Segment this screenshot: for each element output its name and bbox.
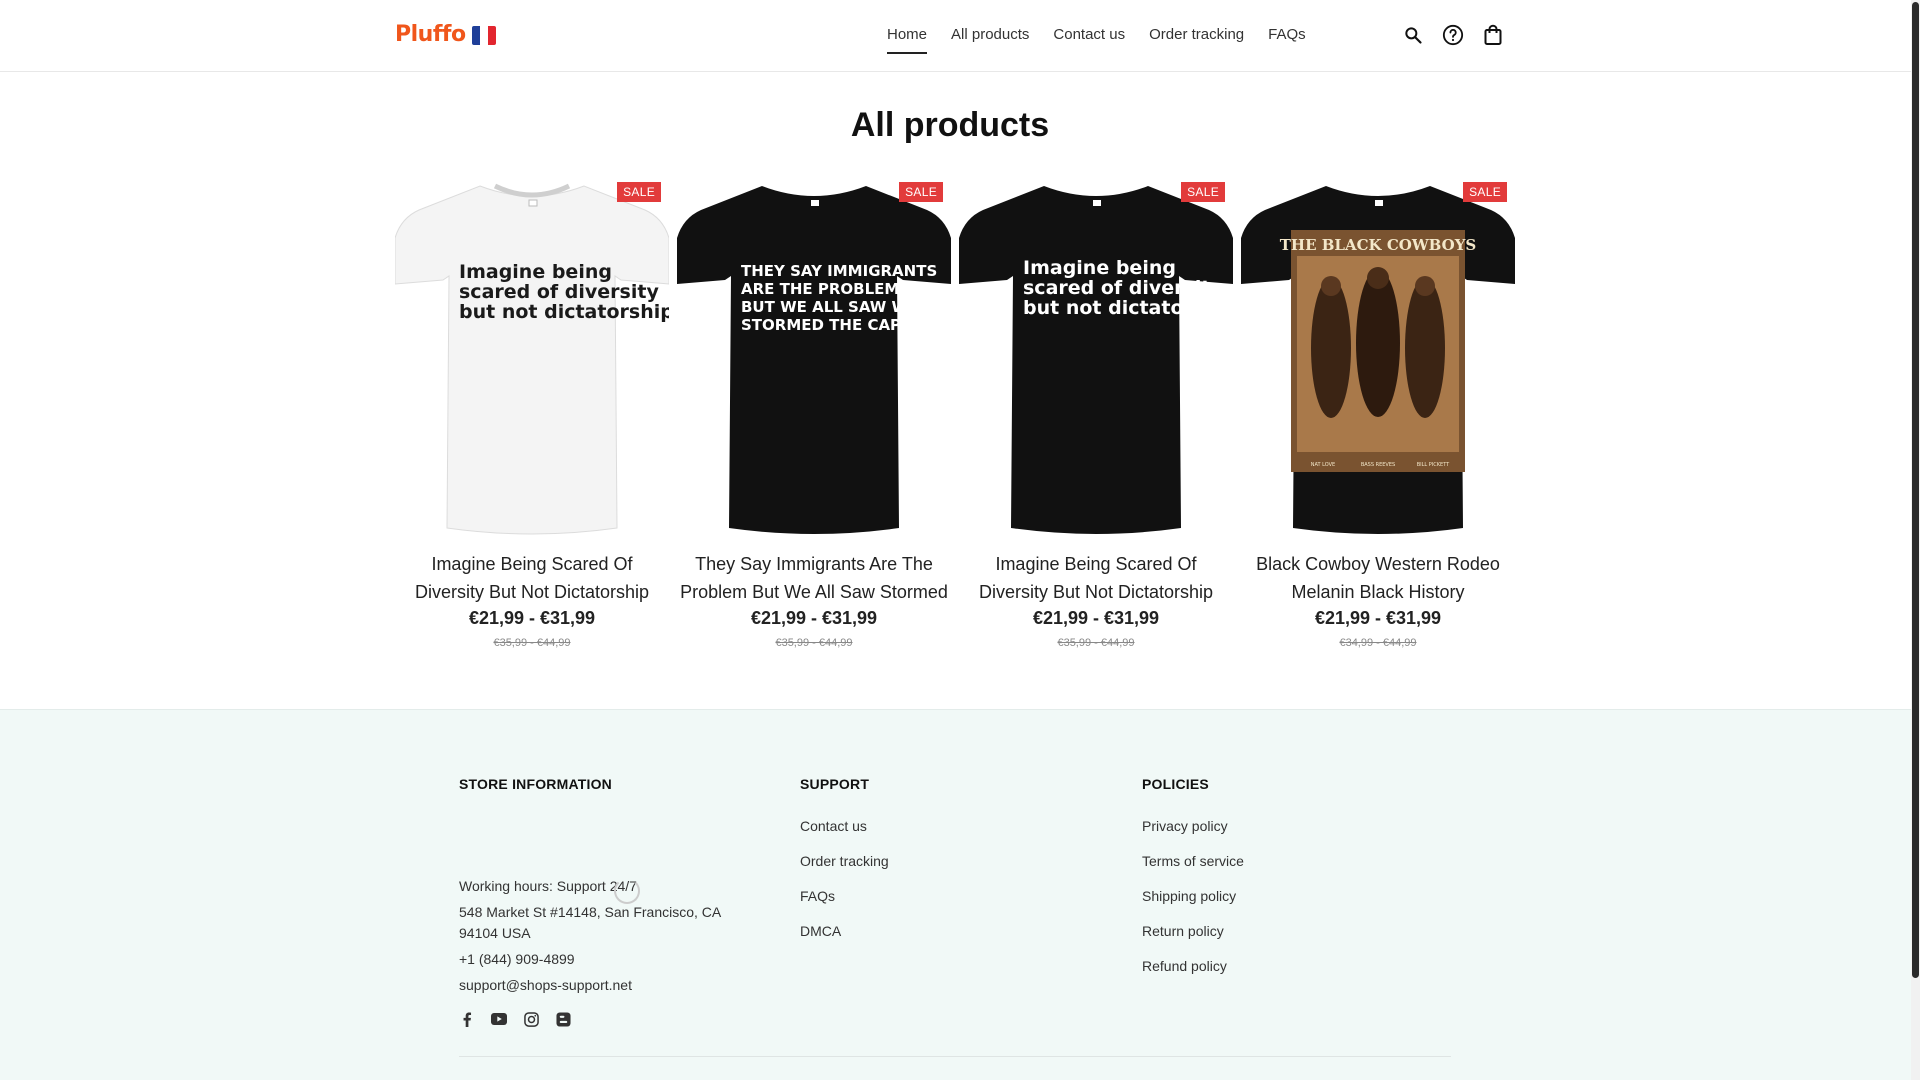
support-column: SUPPORT Contact us Order tracking FAQs D… (800, 776, 889, 958)
product-card[interactable]: THE BLACK COWBOYS NAT LOVE BASS REEVES B… (1241, 178, 1515, 649)
product-price: €21,99 - €31,99 (1032, 608, 1160, 628)
footer-link-contact-us[interactable]: Contact us (800, 818, 889, 834)
tshirt-image: Imagine being scared of diversity but no… (959, 186, 1233, 534)
loading-spinner-icon (614, 878, 640, 904)
shirt-print-line: scared of diversity (459, 281, 659, 303)
product-price: €21,99 - €31,99 (1314, 608, 1442, 628)
product-title[interactable]: Imagine Being Scared Of Diversity But No… (959, 550, 1233, 606)
shirt-print-line: Imagine being (1023, 257, 1176, 279)
product-title[interactable]: They Say Immigrants Are The Problem But … (677, 550, 951, 606)
product-card[interactable]: Imagine being scared of diversity but no… (959, 178, 1233, 649)
nav-all-products[interactable]: All products (951, 0, 1029, 72)
policies-heading: POLICIES (1142, 776, 1209, 792)
instagram-icon[interactable] (523, 1011, 539, 1027)
product-price: €21,99 - €31,99 (750, 608, 878, 628)
sale-badge: SALE (1463, 182, 1507, 202)
main-nav: Home All products Contact us Order track… (887, 0, 1306, 72)
store-phone[interactable]: +1 (844) 909-4899 (459, 949, 759, 970)
flag-stripe-blue (472, 26, 480, 45)
sale-badge: SALE (617, 182, 661, 202)
tshirt-image: THEY SAY IMMIGRANTS ARE THE PROBLEM. BUT… (677, 186, 951, 534)
product-old-price: €35,99 - €44,99 (493, 637, 571, 649)
header-actions (1400, 22, 1506, 48)
tshirt-image: THE BLACK COWBOYS NAT LOVE BASS REEVES B… (1241, 186, 1515, 534)
nav-faqs[interactable]: FAQs (1268, 0, 1306, 72)
product-old-price: €35,99 - €44,99 (775, 637, 853, 649)
page-title: All products (850, 106, 1050, 144)
shirt-print-line: scared of diversity (1023, 277, 1223, 299)
flag-stripe-red (488, 26, 496, 45)
help-icon[interactable] (1440, 22, 1466, 48)
poster-title: THE BLACK COWBOYS (1280, 236, 1476, 254)
product-image[interactable]: THEY SAY IMMIGRANTS ARE THE PROBLEM. BUT… (677, 178, 951, 536)
shirt-print-line: BUT WE ALL SAW WHO (741, 298, 933, 316)
social-links (459, 1011, 759, 1027)
product-image[interactable]: THE BLACK COWBOYS NAT LOVE BASS REEVES B… (1241, 178, 1515, 536)
footer-link-terms-of-service[interactable]: Terms of service (1142, 853, 1244, 869)
footer-link-faqs[interactable]: FAQs (800, 888, 889, 904)
shopping-bag-icon[interactable] (1480, 22, 1506, 48)
footer-divider (459, 1056, 1451, 1057)
facebook-icon[interactable] (459, 1011, 475, 1027)
product-title[interactable]: Black Cowboy Western Rodeo Melanin Black… (1241, 550, 1515, 606)
footer-link-privacy-policy[interactable]: Privacy policy (1142, 818, 1244, 834)
product-title[interactable]: Imagine Being Scared Of Diversity But No… (395, 550, 669, 606)
flag-stripe-white (480, 26, 488, 45)
scrollbar-thumb[interactable] (1912, 2, 1919, 978)
nav-order-tracking[interactable]: Order tracking (1149, 0, 1244, 72)
page-scrollbar[interactable] (1911, 0, 1920, 1080)
youtube-icon[interactable] (491, 1011, 507, 1027)
product-image[interactable]: Imagine being scared of diversity but no… (959, 178, 1233, 536)
product-old-price: €34,99 - €44,99 (1339, 637, 1417, 649)
poster-caption: NAT LOVE (1311, 462, 1335, 468)
product-image[interactable]: Imagine being scared of diversity but no… (395, 178, 669, 536)
nav-contact-us[interactable]: Contact us (1053, 0, 1125, 72)
working-hours: Working hours: Support 24/7 (459, 878, 637, 894)
product-card[interactable]: THEY SAY IMMIGRANTS ARE THE PROBLEM. BUT… (677, 178, 951, 649)
footer-link-order-tracking[interactable]: Order tracking (800, 853, 889, 869)
poster-caption: BASS REEVES (1361, 462, 1395, 468)
logo-text: Pluffo (395, 22, 466, 47)
store-address: 548 Market St #14148, San Francisco, CA … (459, 904, 721, 941)
sale-badge: SALE (1181, 182, 1225, 202)
sale-badge: SALE (899, 182, 943, 202)
nav-home[interactable]: Home (887, 0, 928, 72)
language-flag-icon[interactable] (472, 26, 496, 45)
shirt-print-line: STORMED THE CAPITOL. (741, 316, 945, 334)
store-logo[interactable]: Pluffo (395, 22, 466, 47)
shirt-print-line: THEY SAY IMMIGRANTS (741, 262, 937, 280)
shirt-print-line: but not dictatorship. (1023, 297, 1233, 319)
store-information: STORE INFORMATION Working hours: Support… (459, 776, 759, 1027)
policies-links: Privacy policy Terms of service Shipping… (1142, 818, 1244, 974)
shirt-print-line: Imagine being (459, 261, 612, 283)
product-grid: Imagine being scared of diversity but no… (395, 178, 1515, 649)
footer-link-return-policy[interactable]: Return policy (1142, 923, 1244, 939)
search-icon[interactable] (1400, 22, 1426, 48)
policies-column: POLICIES Privacy policy Terms of service… (1142, 776, 1244, 993)
product-price: €21,99 - €31,99 (468, 608, 596, 628)
product-card[interactable]: Imagine being scared of diversity but no… (395, 178, 669, 649)
store-email[interactable]: support@shops-support.net (459, 975, 759, 996)
blogger-icon[interactable] (555, 1011, 571, 1027)
shirt-print-line: ARE THE PROBLEM. (741, 280, 905, 298)
footer-link-refund-policy[interactable]: Refund policy (1142, 958, 1244, 974)
footer-link-dmca[interactable]: DMCA (800, 923, 889, 939)
support-heading: SUPPORT (800, 776, 870, 792)
site-footer: STORE INFORMATION Working hours: Support… (0, 709, 1911, 1080)
support-links: Contact us Order tracking FAQs DMCA (800, 818, 889, 939)
footer-link-shipping-policy[interactable]: Shipping policy (1142, 888, 1244, 904)
tshirt-image: Imagine being scared of diversity but no… (395, 183, 669, 535)
product-old-price: €35,99 - €44,99 (1057, 637, 1135, 649)
site-header: Pluffo Home All products Contact us Orde… (0, 0, 1911, 72)
shirt-print-line: but not dictatorship. (459, 301, 669, 323)
store-information-heading: STORE INFORMATION (459, 776, 612, 792)
poster-caption: BILL PICKETT (1417, 462, 1450, 468)
